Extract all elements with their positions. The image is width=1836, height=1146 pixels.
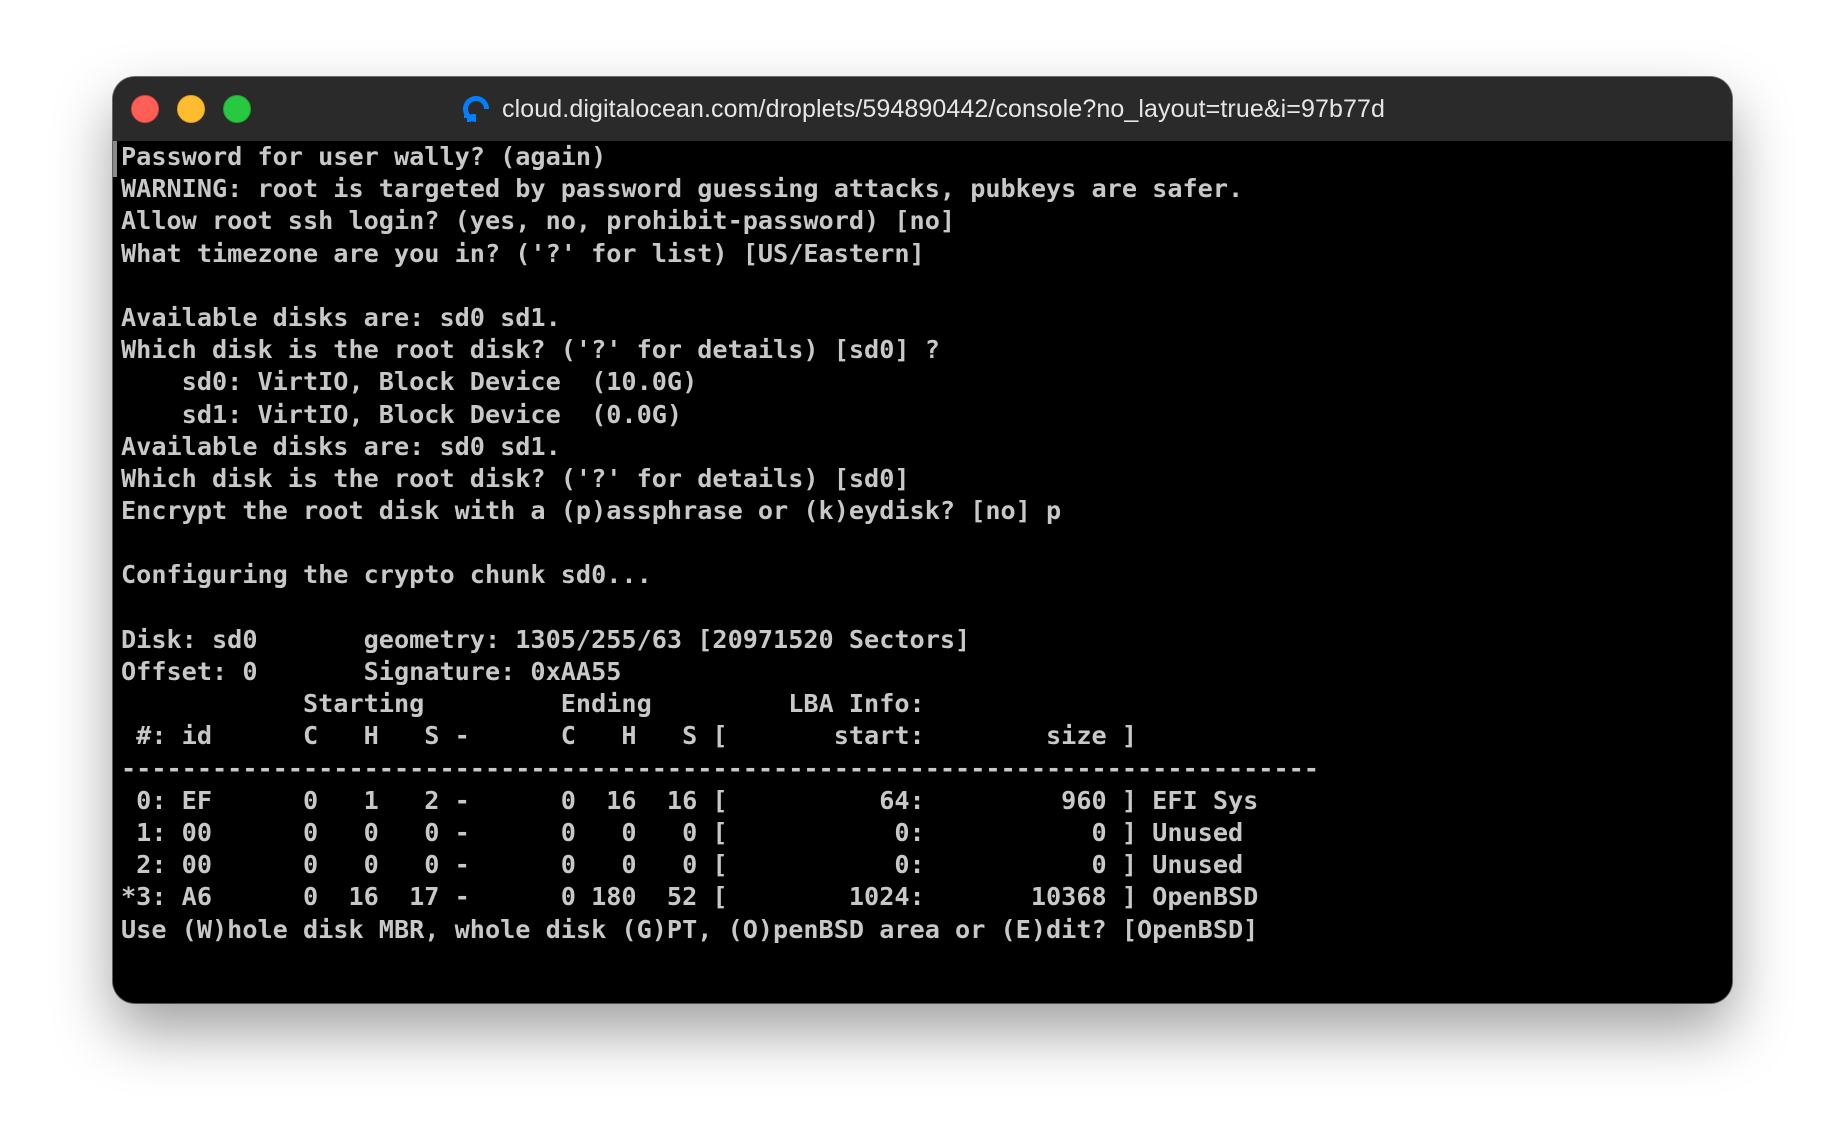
terminal-line: Which disk is the root disk? ('?' for de… bbox=[121, 335, 940, 365]
terminal-line: Disk: sd0 geometry: 1305/255/63 [2097152… bbox=[121, 624, 971, 654]
digitalocean-logo-icon bbox=[463, 96, 490, 122]
terminal-line: 0: EF 0 1 2 - 0 16 16 [ 64: 960 ] EFI Sy… bbox=[121, 785, 1259, 815]
page-url: cloud.digitalocean.com/droplets/59489044… bbox=[502, 94, 1385, 123]
terminal-output: Password for user wally? (again) WARNING:… bbox=[121, 141, 1319, 946]
terminal-line: #: id C H S - C H S [ start: size ] bbox=[121, 721, 1137, 751]
terminal-line: Configuring the crypto chunk sd0... bbox=[121, 560, 652, 590]
terminal-line: *3: A6 0 16 17 - 0 180 52 [ 1024: 10368 … bbox=[121, 882, 1259, 912]
title-bar: cloud.digitalocean.com/droplets/59489044… bbox=[113, 77, 1732, 142]
terminal-line: sd1: VirtIO, Block Device (0.0G) bbox=[121, 399, 683, 429]
terminal-line: What timezone are you in? ('?' for list)… bbox=[121, 238, 925, 268]
terminal-line: Starting Ending LBA Info: bbox=[121, 689, 925, 719]
terminal-line: Available disks are: sd0 sd1. bbox=[121, 431, 561, 461]
console-scroll-indicator bbox=[113, 141, 117, 177]
terminal-line: ----------------------------------------… bbox=[121, 753, 1319, 783]
terminal-line: Available disks are: sd0 sd1. bbox=[121, 302, 561, 332]
terminal-line: sd0: VirtIO, Block Device (10.0G) bbox=[121, 367, 698, 397]
terminal-console[interactable]: Password for user wally? (again) WARNING:… bbox=[113, 141, 1732, 1003]
terminal-line: Which disk is the root disk? ('?' for de… bbox=[121, 463, 910, 493]
terminal-line: Use (W)hole disk MBR, whole disk (G)PT, … bbox=[121, 914, 1259, 944]
window-title: cloud.digitalocean.com/droplets/59489044… bbox=[113, 77, 1732, 141]
browser-console-window: cloud.digitalocean.com/droplets/59489044… bbox=[113, 77, 1732, 1003]
terminal-line: Allow root ssh login? (yes, no, prohibit… bbox=[121, 206, 956, 236]
terminal-line: Encrypt the root disk with a (p)assphras… bbox=[121, 496, 1062, 526]
terminal-line: Password for user wally? (again) bbox=[121, 142, 607, 171]
terminal-line: Offset: 0 Signature: 0xAA55 bbox=[121, 657, 622, 686]
terminal-line: 1: 00 0 0 0 - 0 0 0 [ 0: 0 ] Unused bbox=[121, 817, 1244, 847]
terminal-line: 2: 00 0 0 0 - 0 0 0 [ 0: 0 ] Unused bbox=[121, 850, 1244, 880]
terminal-line: WARNING: root is targeted by password gu… bbox=[121, 174, 1244, 204]
